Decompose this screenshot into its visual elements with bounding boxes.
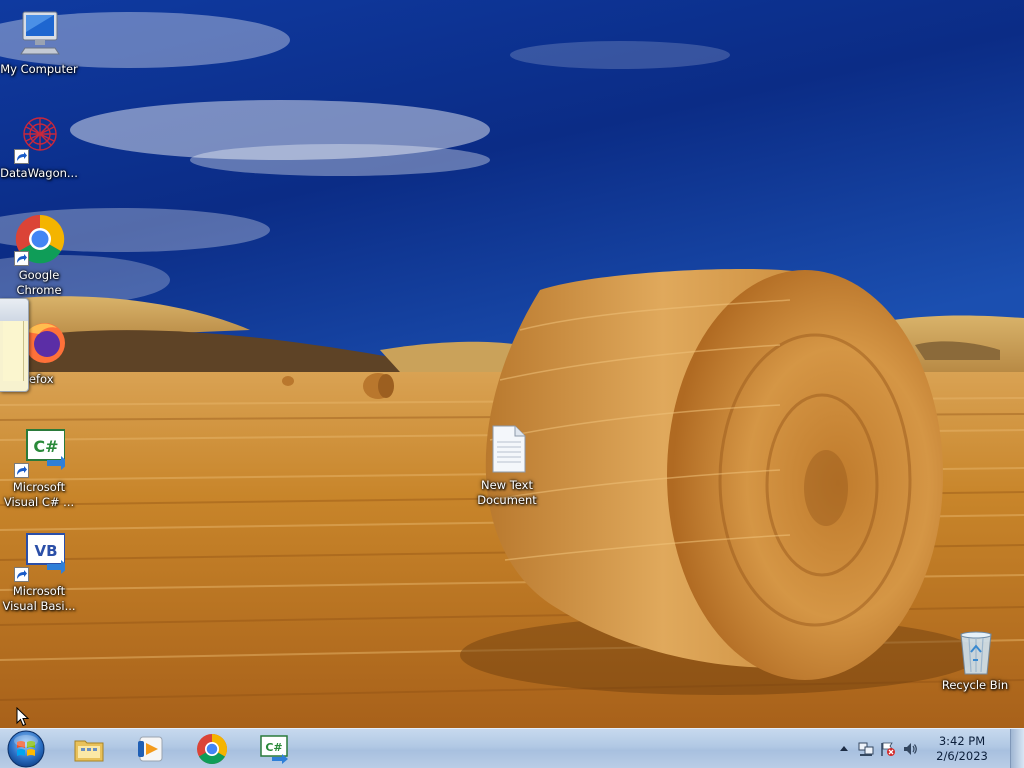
start-button[interactable] (4, 730, 48, 768)
network-icon[interactable] (858, 741, 874, 757)
mouse-pointer-icon (16, 706, 30, 727)
desktop-icon-my-computer[interactable]: My Computer (0, 8, 78, 77)
desktop-icon-new-text-document[interactable]: New Text Document (468, 424, 546, 508)
text-document-icon (481, 424, 533, 476)
desktop-icon-label: My Computer (0, 62, 78, 76)
desktop-icon-google-chrome[interactable]: Google Chrome (0, 214, 78, 298)
shortcut-arrow-icon (14, 251, 29, 266)
taskbar-chrome-button[interactable] (184, 731, 240, 767)
taskbar-clock[interactable]: 3:42 PM 2/6/2023 (930, 734, 994, 764)
show-desktop-button[interactable] (1010, 729, 1024, 768)
datawagon-icon (13, 112, 65, 164)
computer-icon (13, 8, 65, 60)
shortcut-arrow-icon (14, 149, 29, 164)
windows-start-orb-icon (7, 730, 45, 768)
window-title-strip (0, 299, 28, 321)
taskbar-windows-explorer-button[interactable] (61, 731, 117, 767)
media-player-icon (138, 736, 163, 762)
desktop-icon-label: Microsoft Visual Basi... (2, 584, 76, 613)
desktop-icon-label: New Text Document (477, 478, 537, 507)
clock-date: 2/6/2023 (936, 749, 988, 763)
desktop-icon-visual-basic[interactable]: VB Microsoft Visual Basi... (0, 530, 78, 614)
action-center-flag-icon[interactable] (880, 741, 896, 757)
visual-basic-icon: VB (13, 530, 65, 582)
visual-csharp-icon: C# (260, 735, 288, 764)
taskbar-media-player-button[interactable] (122, 731, 178, 767)
window-content-area (3, 321, 24, 381)
chrome-icon (197, 734, 228, 765)
clock-time: 3:42 PM (938, 734, 986, 748)
chrome-icon (13, 214, 65, 266)
desktop-icon-recycle-bin[interactable]: Recycle Bin (936, 630, 1014, 693)
taskbar-visual-csharp-button[interactable]: C# (246, 731, 302, 767)
desktop-icon-label: Google Chrome (16, 268, 62, 297)
partial-notepad-window[interactable] (0, 298, 29, 392)
svg-text:C#: C# (33, 437, 58, 456)
folder-explorer-icon (74, 740, 104, 762)
desktop-icon-label: Recycle Bin (941, 678, 1009, 692)
desktop-icon-datawagon[interactable]: DataWagon... (0, 112, 78, 181)
desktop-icon-label: Microsoft Visual C# ... (3, 480, 75, 509)
desktop-icon-visual-csharp[interactable]: C# Microsoft Visual C# ... (0, 426, 78, 510)
volume-icon[interactable] (902, 741, 918, 757)
shortcut-arrow-icon (14, 463, 29, 478)
shortcut-arrow-icon (14, 567, 29, 582)
recycle-bin-icon (949, 630, 1001, 676)
svg-text:C#: C# (265, 741, 282, 754)
visual-csharp-icon: C# (13, 426, 65, 478)
show-hidden-icons-arrow[interactable] (836, 741, 852, 757)
taskbar: C# 3:42 PM 2/6/2023 (0, 728, 1024, 768)
desktop-icon-label: DataWagon... (0, 166, 78, 180)
desktop-wallpaper (0, 0, 1024, 728)
svg-text:VB: VB (34, 542, 57, 560)
system-tray: 3:42 PM 2/6/2023 (834, 729, 1024, 768)
